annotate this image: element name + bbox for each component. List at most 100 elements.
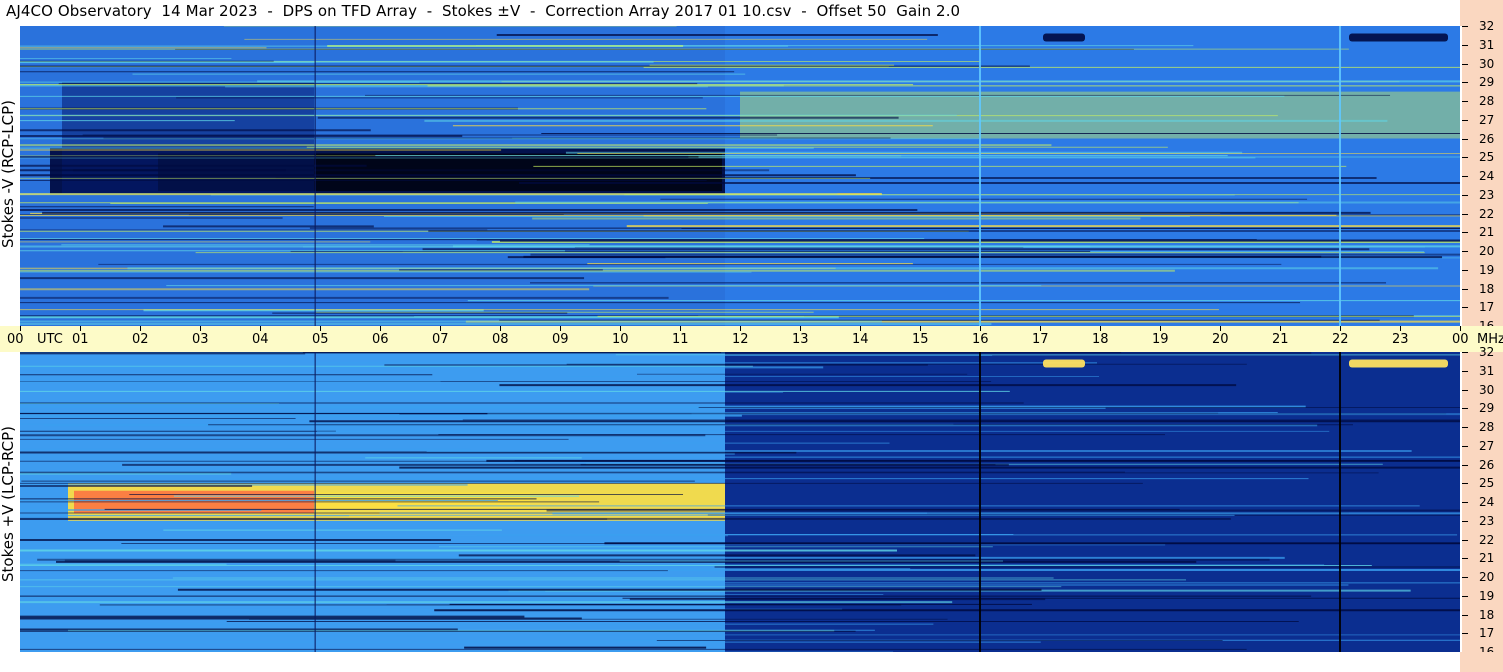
time-tick-label: 05	[312, 332, 329, 347]
freq-tick	[1462, 82, 1468, 84]
freq-tick	[1462, 63, 1468, 65]
time-tick	[320, 326, 321, 331]
freq-tick-label: 26	[1479, 457, 1495, 472]
time-tick	[1100, 326, 1101, 331]
time-tick-label: 08	[492, 332, 509, 347]
freq-tick	[1462, 595, 1468, 597]
time-tick-label: 15	[912, 332, 929, 347]
freq-tick-label: 31	[1479, 363, 1495, 378]
right-margin-strip-bottom	[1460, 652, 1503, 672]
freq-tick-label: 21	[1479, 551, 1495, 566]
time-tick-label: 07	[432, 332, 449, 347]
time-tick-label: 23	[1392, 332, 1409, 347]
time-tick-label: 00	[1452, 332, 1469, 347]
freq-tick-label: 30	[1479, 56, 1495, 71]
time-tick	[1460, 326, 1461, 331]
freq-tick-label: 24	[1479, 169, 1495, 183]
freq-tick-label: 27	[1479, 438, 1495, 453]
time-tick-label: 10	[612, 332, 629, 347]
time-tick-label: 17	[1032, 332, 1049, 347]
time-tick	[1280, 326, 1281, 331]
time-tick-label: 03	[192, 332, 209, 347]
freq-tick	[1462, 633, 1468, 635]
freq-tick	[1462, 464, 1468, 466]
chart-title: AJ4CO Observatory 14 Mar 2023 - DPS on T…	[6, 2, 961, 20]
time-tick-label: 16	[972, 332, 989, 347]
freq-tick	[1462, 577, 1468, 578]
freq-tick	[1462, 194, 1468, 196]
time-tick-label: 02	[132, 332, 149, 347]
freq-tick	[1462, 614, 1468, 616]
bottom-panel-ylabel: Stokes +V (LCP-RCP)	[0, 426, 17, 582]
freq-tick	[1462, 539, 1468, 541]
time-tick	[440, 326, 441, 331]
freq-tick	[1462, 101, 1468, 102]
freq-tick-label: 20	[1479, 570, 1495, 584]
time-tick-label: 18	[1092, 332, 1109, 347]
time-tick	[620, 326, 621, 331]
time-tick-label: UTC	[37, 332, 63, 347]
freq-tick-label: 30	[1479, 382, 1495, 397]
time-tick	[200, 326, 201, 331]
freq-tick-label: 19	[1479, 262, 1495, 277]
freq-tick-label: 29	[1479, 401, 1495, 416]
bottom-spectrogram-svg	[20, 352, 1460, 652]
time-tick-label: 13	[792, 332, 809, 347]
freq-tick	[1462, 269, 1468, 271]
freq-tick-label: 32	[1479, 345, 1495, 359]
time-tick	[380, 326, 381, 331]
time-tick	[1220, 326, 1221, 331]
freq-tick-label: 18	[1479, 281, 1495, 296]
time-tick-label: 00	[7, 332, 24, 347]
time-tick	[860, 326, 861, 331]
freq-tick-label: 21	[1479, 225, 1495, 240]
time-tick-label: 01	[72, 332, 89, 347]
freq-tick	[1462, 389, 1468, 391]
time-tick-label: 06	[372, 332, 389, 347]
freq-tick	[1462, 445, 1468, 447]
freq-tick-label: 22	[1479, 206, 1495, 221]
spot-0	[1043, 359, 1085, 368]
freq-tick-label: 31	[1479, 37, 1495, 52]
time-tick	[680, 326, 681, 331]
time-tick-label: 12	[732, 332, 749, 347]
stokes-minus-v-spectrogram	[20, 26, 1460, 326]
freq-tick-label: 29	[1479, 75, 1495, 90]
freq-tick	[1462, 352, 1468, 353]
freq-tick-label: 28	[1479, 94, 1495, 108]
freq-tick-label: 28	[1479, 420, 1495, 434]
freq-tick	[1462, 483, 1468, 485]
freq-tick	[1462, 288, 1468, 290]
top-panel-ylabel: Stokes -V (RCP-LCP)	[0, 100, 17, 248]
freq-tick	[1462, 558, 1468, 560]
time-tick	[980, 326, 981, 331]
freq-tick	[1462, 502, 1468, 503]
time-tick	[1340, 326, 1341, 331]
top-frequency-axis: 3231302928272625242322212019181716	[1462, 20, 1503, 332]
time-tick-label: 22	[1332, 332, 1349, 347]
freq-tick-label: 17	[1479, 300, 1495, 315]
freq-tick-label: 32	[1479, 19, 1495, 33]
freq-tick-label: 23	[1479, 187, 1495, 202]
time-tick	[140, 326, 141, 331]
time-axis: 00 UTC 01 02 03 04 05 06 07 08 09 10 11 12 13 14 15 16 17 1…	[0, 326, 1503, 352]
freq-tick	[1462, 176, 1468, 177]
freq-tick	[1462, 251, 1468, 252]
spot-1	[1349, 33, 1448, 42]
time-tick	[920, 326, 921, 331]
time-tick-label: 09	[552, 332, 569, 347]
time-tick	[740, 326, 741, 331]
freq-tick-label: 18	[1479, 607, 1495, 622]
freq-tick	[1462, 232, 1468, 234]
freq-tick	[1462, 213, 1468, 215]
freq-tick-label: 19	[1479, 588, 1495, 603]
freq-tick	[1462, 44, 1468, 46]
spot-1	[1349, 359, 1448, 368]
time-tick	[800, 326, 801, 331]
time-tick	[500, 326, 501, 331]
bottom-margin	[0, 652, 1460, 672]
freq-tick	[1462, 307, 1468, 309]
freq-tick	[1462, 408, 1468, 410]
time-tick	[260, 326, 261, 331]
freq-tick-label: 17	[1479, 626, 1495, 641]
